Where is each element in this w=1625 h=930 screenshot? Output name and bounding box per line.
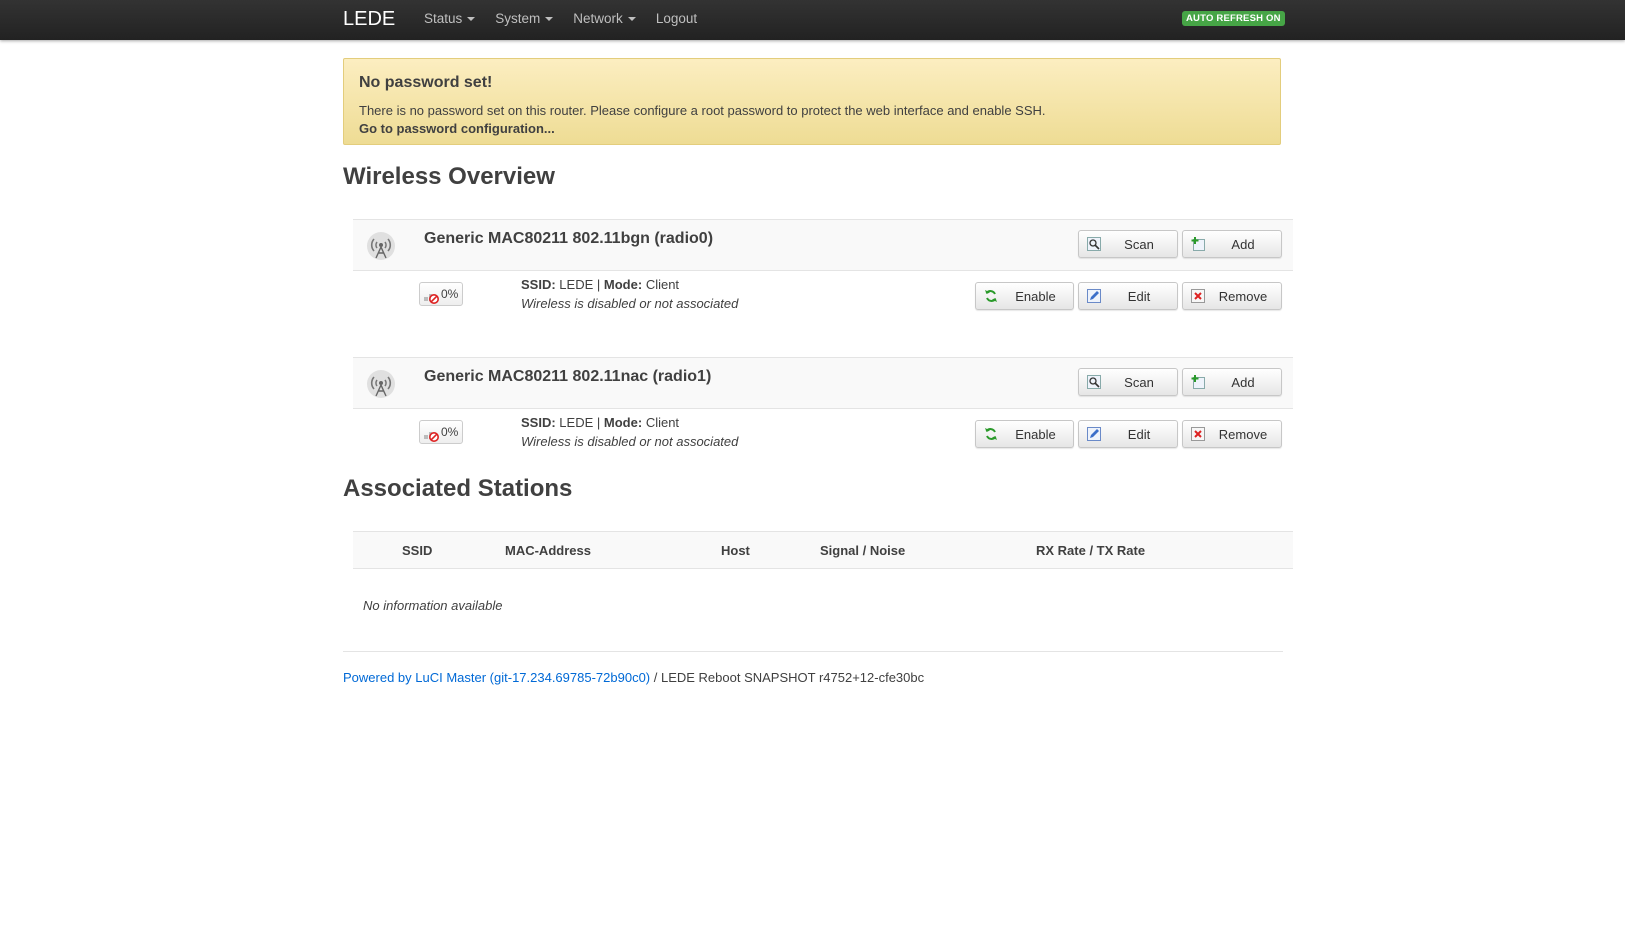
network-info: SSID: LEDE | Mode: Client: [521, 277, 679, 292]
add-button-label: Add: [1231, 375, 1255, 390]
network-status: Wireless is disabled or not associated: [521, 296, 739, 311]
refresh-icon: [985, 290, 997, 302]
edit-button-label: Edit: [1127, 289, 1151, 304]
scan-icon: [1087, 237, 1101, 251]
edit-icon: [1087, 289, 1101, 303]
menu-status-label: Status: [424, 11, 463, 26]
alert-text: There is no password set on this router.…: [359, 103, 1046, 118]
remove-button[interactable]: Remove: [1182, 282, 1282, 310]
mode-value: Client: [645, 415, 680, 430]
no-information-text: No information available: [363, 598, 503, 613]
network-info: SSID: LEDE | Mode: Client: [521, 415, 679, 430]
add-icon: [1191, 237, 1205, 251]
network-status: Wireless is disabled or not associated: [521, 434, 739, 449]
menu-network-label: Network: [573, 11, 623, 26]
network-row-radio0: 0% SSID: LEDE | Mode: Client Wireless is…: [353, 271, 1293, 321]
ssid-label: SSID:: [521, 415, 556, 430]
enable-button[interactable]: Enable: [975, 420, 1074, 448]
column-host: Host: [721, 543, 750, 558]
caret-down-icon: [627, 17, 636, 22]
edit-button[interactable]: Edit: [1078, 420, 1178, 448]
scan-icon: [1087, 375, 1101, 389]
scan-button-label: Scan: [1124, 375, 1154, 390]
column-mac-address: MAC-Address: [505, 543, 591, 558]
password-alert: No password set! There is no password se…: [343, 58, 1281, 145]
mode-value: Client: [645, 277, 680, 292]
wifi-antenna-icon: [367, 370, 395, 398]
column-signal-noise: Signal / Noise: [820, 543, 906, 558]
edit-button[interactable]: Edit: [1078, 282, 1178, 310]
caret-down-icon: [467, 17, 476, 22]
menu-logout[interactable]: Logout: [656, 11, 697, 26]
mode-label: Mode:: [603, 277, 643, 292]
signal-disabled-icon: [424, 432, 439, 442]
menu-network[interactable]: Network: [573, 11, 636, 26]
column-ssid: SSID: [402, 543, 433, 558]
refresh-icon: [985, 428, 997, 440]
column-rx-tx-rate: RX Rate / TX Rate: [1036, 543, 1146, 558]
remove-icon: [1191, 427, 1205, 441]
add-button[interactable]: Add: [1182, 230, 1282, 258]
ssid-label: SSID:: [521, 277, 556, 292]
add-button-label: Add: [1231, 237, 1255, 252]
alert-title: No password set!: [359, 74, 493, 91]
footer: Powered by LuCI Master (git-17.234.69785…: [343, 670, 924, 685]
brand-logo[interactable]: LEDE: [343, 8, 395, 31]
main-menu: Status System Network Logout: [424, 11, 717, 26]
network-row-radio1: 0% SSID: LEDE | Mode: Client Wireless is…: [353, 409, 1293, 459]
device-title: Generic MAC80211 802.11bgn (radio0): [424, 230, 714, 247]
password-config-link[interactable]: Go to password configuration...: [359, 121, 555, 136]
signal-value: 0%: [441, 287, 459, 301]
mode-label: Mode:: [603, 415, 643, 430]
signal-badge: 0%: [419, 282, 463, 306]
menu-status[interactable]: Status: [424, 11, 476, 26]
firmware-version: / LEDE Reboot SNAPSHOT r4752+12-cfe30bc: [650, 670, 925, 685]
signal-badge: 0%: [419, 420, 463, 444]
device-radio0-header: Generic MAC80211 802.11bgn (radio0) Scan…: [353, 219, 1293, 271]
edit-button-label: Edit: [1127, 427, 1151, 442]
menu-system-label: System: [495, 11, 541, 26]
auto-refresh-toggle[interactable]: AUTO REFRESH ON: [1182, 11, 1285, 26]
associated-stations-heading: Associated Stations: [343, 475, 573, 502]
device-radio1-header: Generic MAC80211 802.11nac (radio1) Scan…: [353, 357, 1293, 409]
ssid-value: LEDE: [559, 415, 594, 430]
signal-disabled-icon: [424, 294, 439, 304]
scan-button-label: Scan: [1124, 237, 1154, 252]
menu-system[interactable]: System: [495, 11, 554, 26]
footer-divider: [343, 651, 1283, 652]
menu-logout-label: Logout: [655, 11, 698, 26]
scan-button[interactable]: Scan: [1078, 230, 1178, 258]
ssid-value: LEDE: [559, 277, 594, 292]
enable-button-label: Enable: [1015, 289, 1056, 304]
scan-button[interactable]: Scan: [1078, 368, 1178, 396]
wifi-antenna-icon: [367, 232, 395, 260]
separator: |: [596, 277, 601, 292]
navbar: LEDE Status System Network Logout AUTO R…: [0, 0, 1625, 40]
enable-button[interactable]: Enable: [975, 282, 1074, 310]
wireless-overview-heading: Wireless Overview: [343, 163, 555, 190]
separator: |: [596, 415, 601, 430]
remove-button-label: Remove: [1218, 289, 1268, 304]
stations-table-header: SSID MAC-Address Host Signal / Noise RX …: [353, 531, 1293, 569]
remove-icon: [1191, 289, 1205, 303]
device-title: Generic MAC80211 802.11nac (radio1): [424, 368, 712, 385]
remove-button[interactable]: Remove: [1182, 420, 1282, 448]
remove-button-label: Remove: [1218, 427, 1268, 442]
enable-button-label: Enable: [1015, 427, 1056, 442]
edit-icon: [1087, 427, 1101, 441]
add-icon: [1191, 375, 1205, 389]
add-button[interactable]: Add: [1182, 368, 1282, 396]
luci-link[interactable]: Powered by LuCI Master (git-17.234.69785…: [343, 670, 650, 685]
caret-down-icon: [545, 17, 554, 22]
signal-value: 0%: [441, 425, 459, 439]
